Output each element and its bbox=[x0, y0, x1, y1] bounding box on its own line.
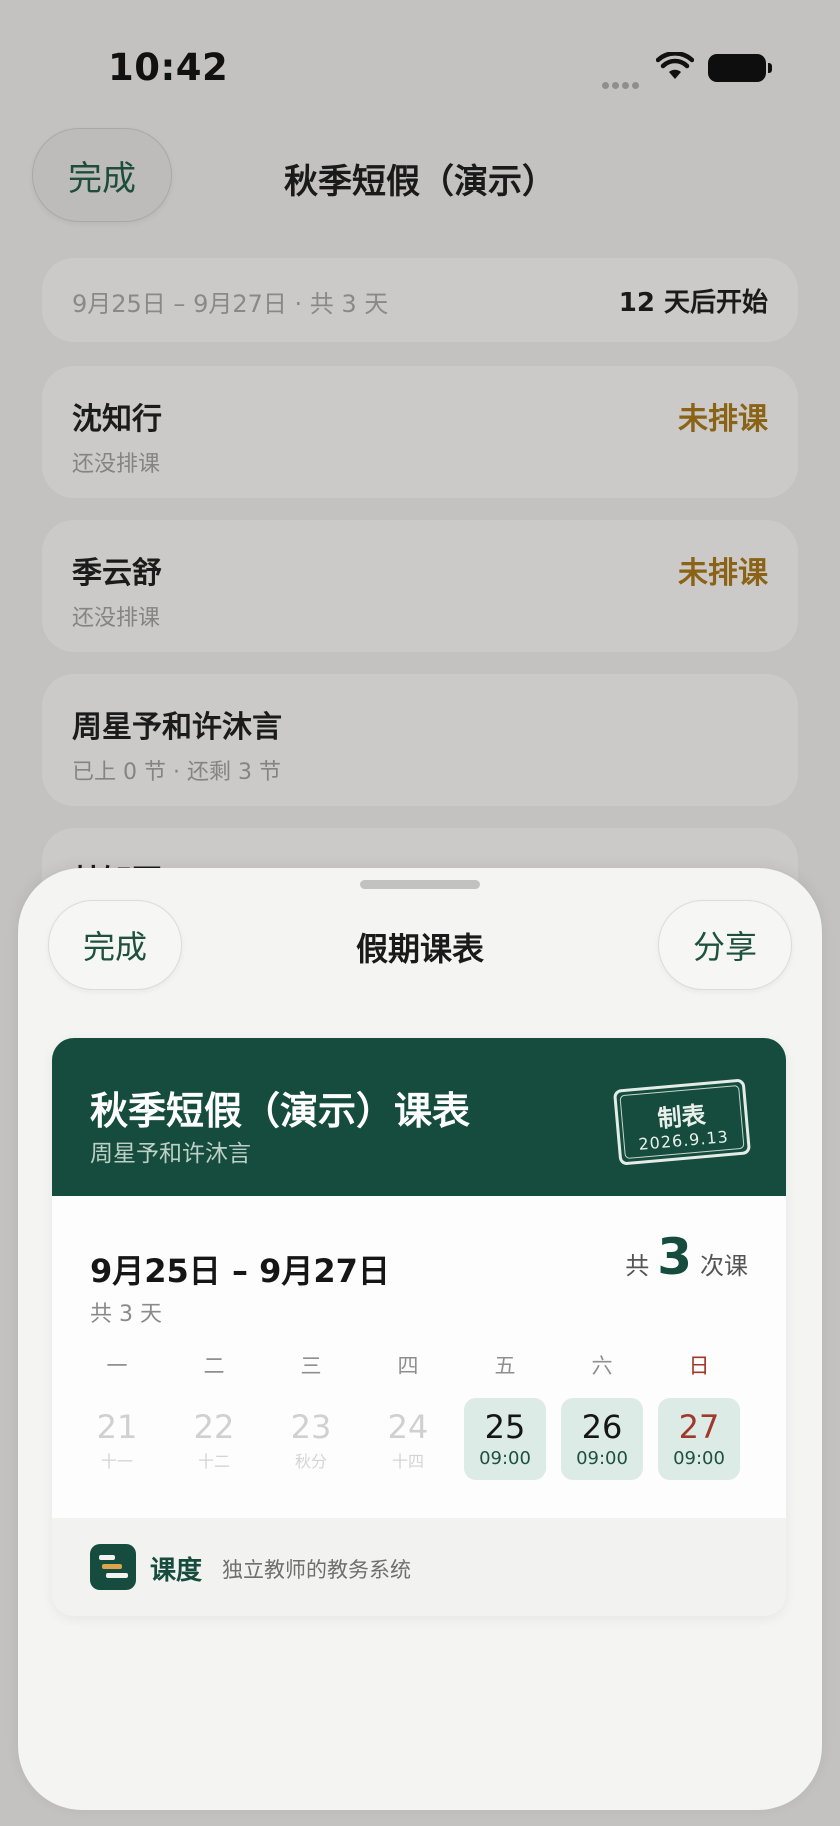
start-countdown: 12 天后开始 bbox=[618, 288, 768, 318]
calendar-day: 23 秋分 bbox=[270, 1398, 352, 1480]
issued-stamp: 制表 2026.9.13 bbox=[612, 1078, 752, 1166]
calendar-day-lesson[interactable]: 26 09:00 bbox=[561, 1398, 643, 1480]
app-logo-icon bbox=[90, 1544, 136, 1590]
status-bar: 10:42 bbox=[0, 0, 840, 140]
day-number: 24 bbox=[387, 1408, 429, 1446]
battery-icon bbox=[708, 54, 772, 82]
weekday-label: 五 bbox=[494, 1354, 516, 1378]
summary-card: 9月25日 – 9月27日 · 共 3 天 12 天后开始 bbox=[42, 258, 798, 342]
day-number: 25 bbox=[484, 1408, 526, 1446]
day-number: 26 bbox=[581, 1408, 623, 1446]
schedule-students: 周星予和许沐言 bbox=[90, 1141, 251, 1167]
cellular-signal-icon bbox=[602, 74, 642, 93]
share-button[interactable]: 分享 bbox=[658, 900, 792, 990]
schedule-sheet: 完成 假期课表 分享 秋季短假（演示）课表 周星予和许沐言 制表 2026.9.… bbox=[18, 868, 822, 1810]
weekday-label: 六 bbox=[591, 1354, 613, 1378]
weekday-label: 三 bbox=[300, 1354, 322, 1378]
calendar-day-lesson[interactable]: 25 09:00 bbox=[464, 1398, 546, 1480]
solar-term: 秋分 bbox=[294, 1452, 327, 1471]
schedule-card: 秋季短假（演示）课表 周星予和许沐言 制表 2026.9.13 9月25日 – … bbox=[52, 1038, 786, 1616]
student-card[interactable]: 季云舒 还没排课 未排课 bbox=[42, 520, 798, 652]
day-number: 23 bbox=[290, 1408, 332, 1446]
schedule-card-header: 秋季短假（演示）课表 周星予和许沐言 制表 2026.9.13 bbox=[52, 1038, 786, 1196]
day-number: 22 bbox=[193, 1408, 235, 1446]
student-name: 周星予和许沐言 bbox=[72, 710, 282, 745]
schedule-date-range: 9月25日 – 9月27日 bbox=[90, 1252, 390, 1290]
lesson-total-prefix: 共 bbox=[625, 1252, 650, 1280]
weekday-label: 日 bbox=[688, 1354, 710, 1378]
lesson-total-suffix: 次课 bbox=[700, 1252, 748, 1280]
calendar-day-lesson[interactable]: 27 09:00 bbox=[658, 1398, 740, 1480]
student-progress: 已上 0 节 · 还剩 3 节 bbox=[72, 760, 281, 785]
lunar-date: 十一 bbox=[100, 1452, 133, 1471]
date-range-text: 9月25日 – 9月27日 · 共 3 天 bbox=[72, 290, 389, 318]
weekday-label: 四 bbox=[397, 1354, 419, 1378]
app-tagline: 独立教师的教务系统 bbox=[222, 1558, 411, 1582]
student-card[interactable]: 沈知行 还没排课 未排课 bbox=[42, 366, 798, 498]
lesson-total-count: 3 bbox=[657, 1228, 692, 1286]
student-name: 季云舒 bbox=[72, 556, 162, 591]
lunar-date: 十二 bbox=[197, 1452, 230, 1471]
schedule-title: 秋季短假（演示）课表 bbox=[90, 1089, 471, 1133]
app-name: 课度 bbox=[150, 1556, 203, 1586]
lesson-total: 共 3 次课 bbox=[625, 1228, 748, 1286]
sheet-grabber[interactable] bbox=[360, 880, 480, 889]
lesson-time: 09:00 bbox=[479, 1448, 531, 1469]
schedule-card-footer: 课度 独立教师的教务系统 bbox=[52, 1518, 786, 1616]
student-status-detail: 还没排课 bbox=[72, 606, 161, 631]
wifi-icon bbox=[656, 52, 694, 79]
lunar-date: 十四 bbox=[391, 1452, 424, 1471]
unscheduled-badge: 未排课 bbox=[678, 402, 768, 437]
day-number: 27 bbox=[678, 1408, 720, 1446]
lesson-time: 09:00 bbox=[673, 1448, 725, 1469]
student-status-detail: 还没排课 bbox=[72, 452, 161, 477]
calendar-day: 21 十一 bbox=[76, 1398, 158, 1480]
day-number: 21 bbox=[96, 1408, 138, 1446]
page-title: 秋季短假（演示） bbox=[284, 162, 556, 202]
student-name: 沈知行 bbox=[72, 402, 162, 437]
student-card[interactable]: 周星予和许沐言 已上 0 节 · 还剩 3 节 bbox=[42, 674, 798, 806]
status-time: 10:42 bbox=[108, 46, 229, 89]
schedule-day-count: 共 3 天 bbox=[90, 1302, 162, 1327]
weekday-label: 二 bbox=[203, 1354, 225, 1378]
weekday-label: 一 bbox=[106, 1354, 128, 1378]
unscheduled-badge: 未排课 bbox=[678, 556, 768, 591]
lesson-time: 09:00 bbox=[576, 1448, 628, 1469]
calendar-day: 22 十二 bbox=[173, 1398, 255, 1480]
calendar-day: 24 十四 bbox=[367, 1398, 449, 1480]
